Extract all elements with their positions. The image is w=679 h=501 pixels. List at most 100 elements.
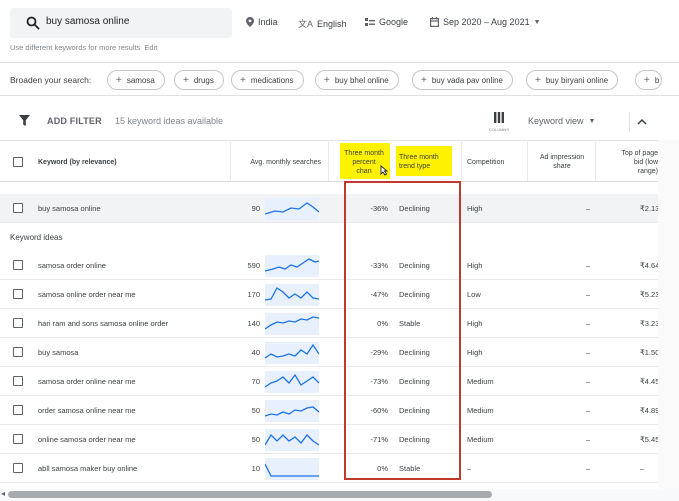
- broaden-chip[interactable]: + buy vada pav online: [412, 70, 514, 90]
- language-selector[interactable]: 文A English: [298, 17, 347, 30]
- search-icon: [26, 16, 40, 30]
- row-checkbox[interactable]: [13, 203, 23, 213]
- competition-cell: High: [467, 319, 483, 328]
- date-range-label: Sep 2020 – Aug 2021: [443, 17, 530, 27]
- chevron-up-icon: [637, 118, 647, 125]
- network-icon: [365, 18, 375, 26]
- keyword-cell: samosa order online: [38, 261, 106, 270]
- plus-icon: +: [421, 74, 427, 86]
- top-bid-cell: ₹2.13: [640, 204, 660, 213]
- columns-button[interactable]: COLUMNS: [484, 110, 514, 136]
- column-divider: [595, 142, 596, 181]
- table-row[interactable]: samosa online order near me 170 -47% Declin…: [0, 280, 679, 309]
- chip-label: b: [654, 75, 660, 85]
- search-input[interactable]: buy samosa online: [10, 8, 232, 38]
- column-header-impression-share[interactable]: Ad impression share: [530, 153, 594, 171]
- chip-label: buy bhel online: [334, 75, 389, 85]
- broaden-chip[interactable]: + buy biryani online: [526, 70, 619, 90]
- competition-cell: Medium: [467, 406, 494, 415]
- table-row[interactable]: buy samosa 40 -29% Declining High – ₹1.50: [0, 338, 679, 367]
- keyword-cell: order samosa online near me: [38, 406, 136, 415]
- scroll-left-icon[interactable]: ◂: [1, 489, 5, 498]
- avg-searches-cell: 170: [247, 290, 260, 299]
- trend-sparkline: [265, 458, 319, 480]
- location-pin-icon: [246, 17, 254, 27]
- translate-icon: 文A: [298, 19, 314, 29]
- top-bid-cell: ₹4.64: [640, 261, 660, 270]
- language-label: English: [317, 18, 347, 29]
- broaden-chip[interactable]: + drugs: [174, 70, 224, 90]
- keyword-view-dropdown[interactable]: Keyword view ▼: [528, 116, 595, 126]
- three-month-change-cell: -47%: [370, 290, 388, 299]
- impression-share-cell: –: [585, 290, 590, 299]
- three-month-trend-cell: Declining: [399, 348, 430, 357]
- row-checkbox[interactable]: [13, 405, 23, 415]
- plus-icon: +: [183, 74, 189, 86]
- row-checkbox[interactable]: [13, 463, 23, 473]
- keyword-cell: buy samosa: [38, 348, 79, 357]
- top-bid-cell: –: [640, 464, 645, 473]
- row-checkbox[interactable]: [13, 434, 23, 444]
- top-bid-cell: ₹5.45: [640, 435, 660, 444]
- select-all-checkbox[interactable]: [13, 157, 23, 167]
- edit-link[interactable]: Edit: [144, 43, 157, 52]
- date-range-selector[interactable]: Sep 2020 – Aug 2021 ▼: [430, 17, 541, 27]
- location-label: India: [258, 17, 278, 27]
- impression-share-cell: –: [585, 377, 590, 386]
- top-bid-cell: ₹4.45: [640, 377, 660, 386]
- broaden-chip[interactable]: + medications: [231, 70, 304, 90]
- trend-sparkline: [265, 371, 319, 393]
- ideas-count: 15 keyword ideas available: [115, 116, 224, 126]
- filter-icon[interactable]: [19, 115, 30, 126]
- column-header-top-bid[interactable]: Top of page bid (low range): [592, 149, 658, 176]
- chip-label: drugs: [193, 75, 214, 85]
- horizontal-scrollbar[interactable]: ◂: [0, 489, 679, 501]
- three-month-trend-cell: Declining: [399, 204, 430, 213]
- columns-icon: [494, 112, 504, 123]
- plus-icon: +: [116, 74, 122, 86]
- impression-share-cell: –: [585, 406, 590, 415]
- competition-cell: Medium: [467, 377, 494, 386]
- scrollbar-thumb[interactable]: [8, 491, 492, 498]
- network-selector[interactable]: Google: [365, 17, 408, 27]
- plus-icon: +: [324, 74, 330, 86]
- row-checkbox[interactable]: [13, 318, 23, 328]
- table-row[interactable]: abll samosa maker buy online 10 0% Stable – –…: [0, 454, 679, 483]
- column-header-three-month-trend[interactable]: Three month trend type: [399, 153, 439, 171]
- column-header-competition[interactable]: Competition: [467, 158, 504, 167]
- chip-label: medications: [250, 75, 294, 85]
- row-checkbox[interactable]: [13, 376, 23, 386]
- trend-sparkline: [265, 284, 319, 306]
- table-row[interactable]: samosa order online 590 -33% Declining High –…: [0, 251, 679, 280]
- keyword-cell: hari ram and sons samosa online order: [38, 319, 169, 328]
- impression-share-cell: –: [585, 348, 590, 357]
- avg-searches-cell: 10: [251, 464, 260, 473]
- impression-share-cell: –: [585, 464, 590, 473]
- broaden-chip[interactable]: + buy bhel online: [315, 70, 399, 90]
- table-row[interactable]: hari ram and sons samosa online order 140…: [0, 309, 679, 338]
- row-checkbox[interactable]: [13, 289, 23, 299]
- column-header-keyword[interactable]: Keyword (by relevance): [38, 158, 117, 167]
- row-checkbox[interactable]: [13, 260, 23, 270]
- add-filter-button[interactable]: ADD FILTER: [47, 116, 102, 126]
- table-row[interactable]: samosa order online near me 70 -73% Declini…: [0, 367, 679, 396]
- chip-label: buy vada pav online: [431, 75, 504, 85]
- cursor-icon: [380, 165, 389, 176]
- location-selector[interactable]: India: [246, 17, 278, 27]
- three-month-trend-cell: Declining: [399, 435, 430, 444]
- network-label: Google: [379, 17, 409, 27]
- column-header-avg-searches[interactable]: Avg. monthly searches: [225, 158, 321, 167]
- table-row[interactable]: order samosa online near me 50 -60% Declini…: [0, 396, 679, 425]
- table-row[interactable]: buy samosa online 90 -36% Declining High – ₹2.…: [0, 194, 679, 223]
- avg-searches-cell: 50: [251, 406, 260, 415]
- avg-searches-cell: 50: [251, 435, 260, 444]
- collapse-button[interactable]: [629, 112, 649, 132]
- filter-bar: ADD FILTER 15 keyword ideas available CO…: [0, 100, 679, 140]
- three-month-trend-cell: Declining: [399, 290, 430, 299]
- header-line: Three month: [344, 150, 384, 157]
- row-checkbox[interactable]: [13, 347, 23, 357]
- table-row[interactable]: online samosa order near me 50 -71% Declini…: [0, 425, 679, 454]
- hint-text: Use different keywords for more results: [10, 43, 141, 52]
- broaden-chip[interactable]: + samosa: [107, 70, 165, 90]
- broaden-chip[interactable]: + b: [635, 70, 663, 90]
